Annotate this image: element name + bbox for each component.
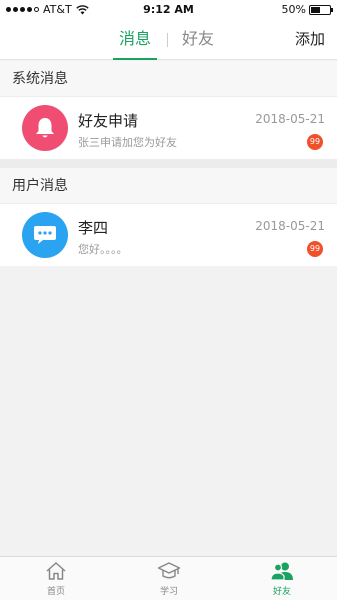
add-button[interactable]: 添加 — [295, 20, 325, 60]
bell-icon — [22, 105, 68, 151]
bottom-tab-bar: 首页 学习 好友 — [0, 556, 337, 600]
app-screen: AT&T 9:12 AM 50% 消息 好友 添加 系统消息 好友申请 张三申请… — [0, 0, 337, 600]
battery-icon — [309, 4, 333, 15]
chat-item-lisi[interactable]: 李四 您好。。。。 2018-05-21 99 — [0, 203, 337, 266]
tab-friends-label: 好友 — [272, 587, 291, 597]
status-bar: AT&T 9:12 AM 50% — [0, 0, 337, 20]
tab-study-label: 学习 — [159, 587, 178, 597]
item-date: 2018-05-21 — [255, 112, 325, 126]
tab-friends-bottom[interactable]: 好友 — [252, 561, 312, 597]
friends-icon — [270, 562, 293, 581]
item-title: 好友申请 — [78, 112, 139, 130]
system-messages-header: 系统消息 — [0, 61, 337, 97]
tab-home[interactable]: 首页 — [26, 561, 86, 597]
graduation-cap-icon — [157, 562, 181, 579]
tab-messages[interactable]: 消息 — [112, 20, 158, 60]
tab-divider — [167, 33, 168, 47]
item-preview: 张三申请加您为好友 — [78, 136, 177, 149]
item-title: 李四 — [78, 219, 109, 237]
status-bar-right: 50% — [281, 3, 333, 16]
chat-bubble-icon — [22, 212, 68, 258]
tab-home-label: 首页 — [46, 587, 65, 597]
tab-friends[interactable]: 好友 — [182, 20, 214, 60]
user-messages-header: 用户消息 — [0, 168, 337, 204]
battery-percent: 50% — [281, 3, 306, 16]
section-spacer — [0, 159, 337, 168]
unread-badge: 99 — [307, 241, 323, 257]
unread-badge: 99 — [307, 134, 323, 150]
item-date: 2018-05-21 — [255, 219, 325, 233]
item-preview: 您好。。。。 — [78, 243, 128, 256]
top-nav-bar: 消息 好友 添加 — [0, 20, 337, 60]
home-icon — [46, 562, 66, 580]
tab-study[interactable]: 学习 — [139, 561, 199, 597]
friend-request-item[interactable]: 好友申请 张三申请加您为好友 2018-05-21 99 — [0, 96, 337, 159]
